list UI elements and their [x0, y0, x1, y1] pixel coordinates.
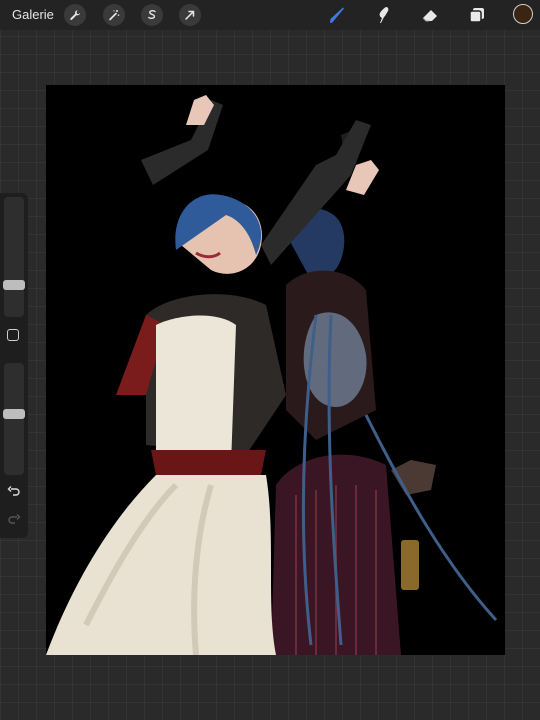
left-sidebar: [0, 193, 28, 538]
brush-icon[interactable]: [326, 4, 348, 26]
opacity-thumb[interactable]: [3, 409, 25, 419]
square-icon[interactable]: [7, 329, 19, 341]
top-toolbar: Galerie: [0, 0, 540, 30]
wrench-icon[interactable]: [64, 4, 86, 26]
magic-wand-icon[interactable]: [103, 4, 125, 26]
opacity-slider[interactable]: [3, 363, 25, 475]
brush-size-thumb[interactable]: [3, 280, 25, 290]
color-picker-swatch[interactable]: [513, 4, 533, 24]
brush-size-slider[interactable]: [3, 197, 25, 317]
eraser-icon[interactable]: [419, 4, 441, 26]
layers-icon[interactable]: [466, 4, 488, 26]
artwork-image: [46, 95, 498, 655]
arrow-cursor-icon[interactable]: [179, 4, 201, 26]
redo-icon[interactable]: [7, 513, 21, 527]
undo-icon[interactable]: [7, 485, 21, 499]
drawing-canvas[interactable]: [46, 85, 505, 655]
smudge-icon[interactable]: [372, 4, 394, 26]
selection-s-icon[interactable]: [141, 4, 163, 26]
gallery-button[interactable]: Galerie: [12, 0, 54, 30]
